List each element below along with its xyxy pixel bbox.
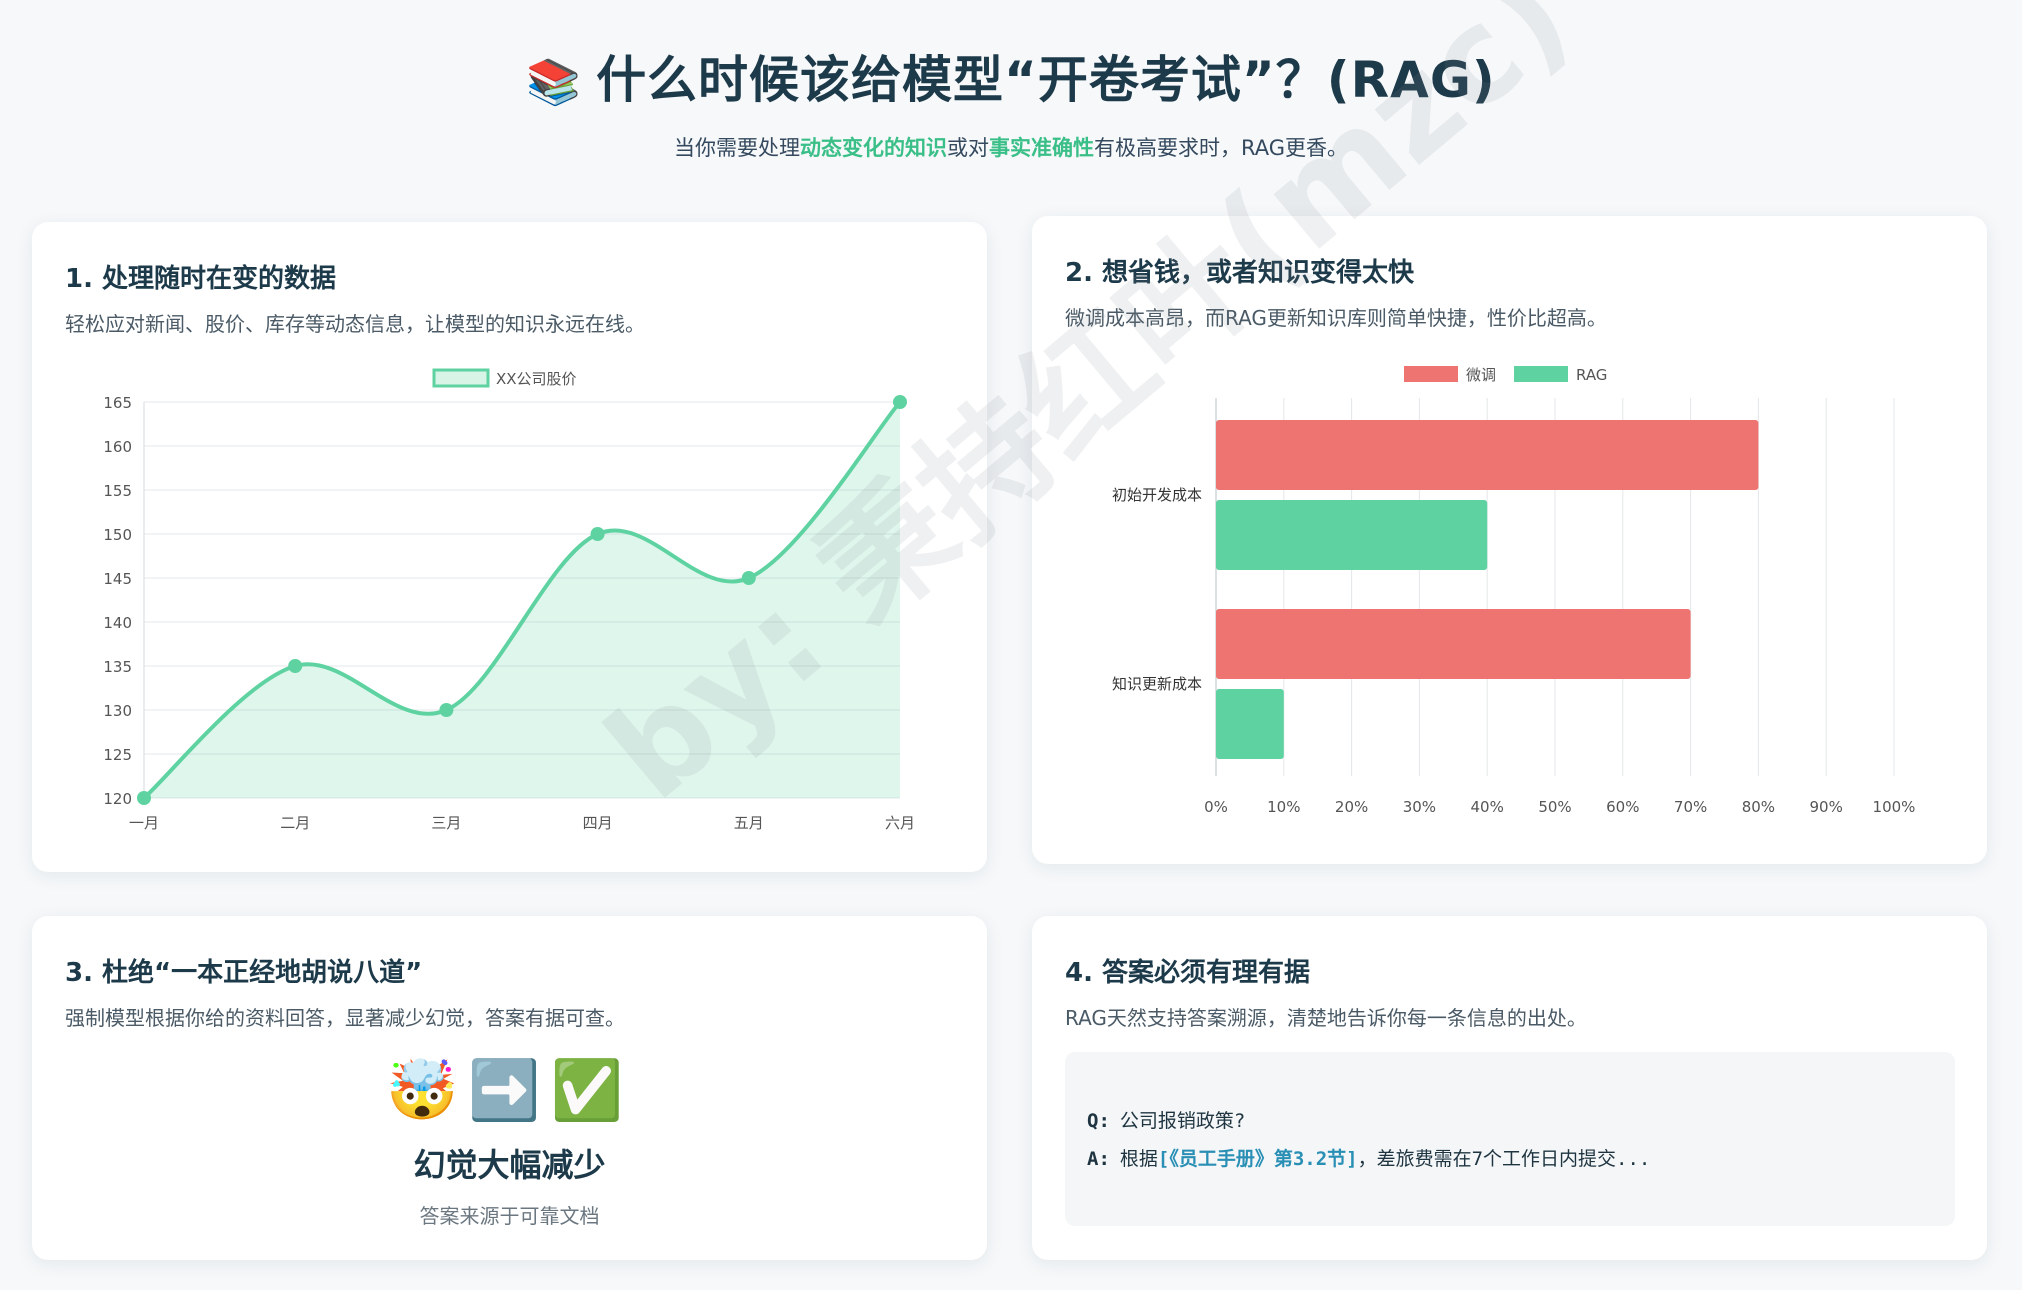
x-tick-label: 50% (1538, 798, 1571, 816)
card-title: 3. 杜绝“一本正经地胡说八道” (65, 958, 423, 988)
data-point (893, 395, 907, 409)
answer-line: A: 根据[《员工手册》第3.2节]，差旅费需在7个工作日内提交... (1087, 1144, 1650, 1171)
y-tick-label: 知识更新成本 (1112, 675, 1202, 693)
legend-swatch (1404, 366, 1458, 382)
answer-prefix: 根据 (1119, 1148, 1158, 1170)
y-tick-label: 155 (103, 482, 132, 500)
cost-comparison-chart: 0% 10% 20% 30% 40% 50% 60% 70% 80% 90% 100% 初始开发成本知… (1112, 366, 1916, 816)
page-title: 📚 什么时候该给模型“开卷考试”？(RAG) (0, 40, 2022, 112)
exploding-head-arrow-check-icon: 🤯➡️✅ (386, 1056, 633, 1124)
books-icon: 📚 (526, 57, 583, 108)
answer-key: A: (1087, 1148, 1110, 1170)
y-tick-label: 125 (103, 746, 132, 764)
y-tick-label: 145 (103, 570, 132, 588)
x-tick-label: 10% (1267, 798, 1300, 816)
x-tick-label: 30% (1403, 798, 1436, 816)
y-tick-label: 130 (103, 702, 132, 720)
x-tick-label: 四月 (583, 814, 613, 832)
card-title: 4. 答案必须有理有据 (1065, 958, 1311, 988)
bar-RAG (1216, 500, 1488, 570)
y-tick-label: 150 (103, 526, 132, 544)
bar-微调 (1216, 420, 1759, 490)
stock-price-chart: 120 125 130 135 140 145 150 155 160 165 一月 二月 三月 四月 五月… (103, 368, 915, 832)
question-line: Q: 公司报销政策? (1087, 1106, 1245, 1133)
legend-label: XX公司股价 (496, 370, 577, 388)
y-tick-label: 165 (103, 394, 132, 412)
x-tick-label: 90% (1810, 798, 1843, 816)
subtitle-highlight: 事实准确性 (988, 136, 1094, 160)
x-tick-label: 五月 (734, 814, 764, 832)
y-tick-label: 160 (103, 438, 132, 456)
subtitle-part: 有极高要求时，RAG更香。 (1093, 136, 1348, 160)
data-point (288, 659, 303, 673)
x-tick-label: 40% (1471, 798, 1504, 816)
question-text: 公司报销政策? (1119, 1110, 1246, 1132)
page-subtitle: 当你需要处理动态变化的知识或对事实准确性有极高要求时，RAG更香。 (0, 132, 2022, 162)
y-tick-label: 初始开发成本 (1112, 486, 1202, 504)
card-cost: 2. 想省钱，或者知识变得太快 微调成本高昂，而RAG更新知识库则简单快捷，性价… (1032, 216, 1987, 864)
legend-label: 微调 (1466, 366, 1496, 384)
y-tick-label: 135 (103, 658, 132, 676)
legend-label: RAG (1576, 366, 1607, 384)
x-tick-label: 70% (1674, 798, 1707, 816)
x-tick-label: 二月 (280, 814, 310, 832)
data-point (741, 571, 756, 585)
bar-RAG (1216, 689, 1284, 759)
source-reliable-text: 答案来源于可靠文档 (419, 1204, 600, 1228)
page-header: 📚 什么时候该给模型“开卷考试”？(RAG) 当你需要处理动态变化的知识或对事实准… (0, 40, 2022, 162)
x-tick-label: 20% (1335, 798, 1368, 816)
legend-swatch (432, 368, 490, 388)
data-point (439, 703, 454, 717)
card-hallucination: 3. 杜绝“一本正经地胡说八道” 强制模型根据你给的资料回答，显著减少幻觉，答案… (32, 916, 987, 1260)
page-title-text: 什么时候该给模型“开卷考试”？(RAG) (596, 51, 1496, 109)
x-tick-label: 100% (1873, 798, 1916, 816)
x-tick-label: 三月 (431, 814, 461, 832)
qa-example-box: Q: 公司报销政策? A: 根据[《员工手册》第3.2节]，差旅费需在7个工作日内提… (1065, 1052, 1955, 1226)
data-point (137, 791, 151, 805)
answer-suffix: ，差旅费需在7个工作日内提交... (1357, 1148, 1651, 1170)
card-traceability: 4. 答案必须有理有据 RAG天然支持答案溯源，清楚地告诉你每一条信息的出处。 … (1032, 916, 1987, 1260)
y-tick-label: 120 (103, 790, 132, 808)
question-key: Q: (1087, 1110, 1110, 1132)
area-fill (144, 402, 900, 798)
subtitle-part: 或对 (946, 136, 989, 160)
answer-citation: [《员工手册》第3.2节] (1157, 1148, 1358, 1170)
legend-swatch (1514, 366, 1568, 382)
x-tick-label: 0% (1204, 798, 1228, 816)
y-tick-label: 140 (103, 614, 132, 632)
x-tick-label: 一月 (129, 814, 159, 832)
hallucination-reduced-text: 幻觉大幅减少 (413, 1146, 606, 1184)
subtitle-part: 当你需要处理 (673, 136, 800, 160)
x-tick-label: 60% (1606, 798, 1639, 816)
bar-微调 (1216, 609, 1691, 679)
subtitle-highlight: 动态变化的知识 (799, 136, 947, 160)
data-point (590, 527, 605, 541)
x-tick-label: 六月 (885, 814, 915, 832)
card-dynamic-data: 1. 处理随时在变的数据 轻松应对新闻、股价、库存等动态信息，让模型的知识永远在… (32, 222, 987, 872)
card-description: RAG天然支持答案溯源，清楚地告诉你每一条信息的出处。 (1065, 1006, 1587, 1030)
card-description: 强制模型根据你给的资料回答，显著减少幻觉，答案有据可查。 (65, 1006, 625, 1030)
x-tick-label: 80% (1742, 798, 1775, 816)
